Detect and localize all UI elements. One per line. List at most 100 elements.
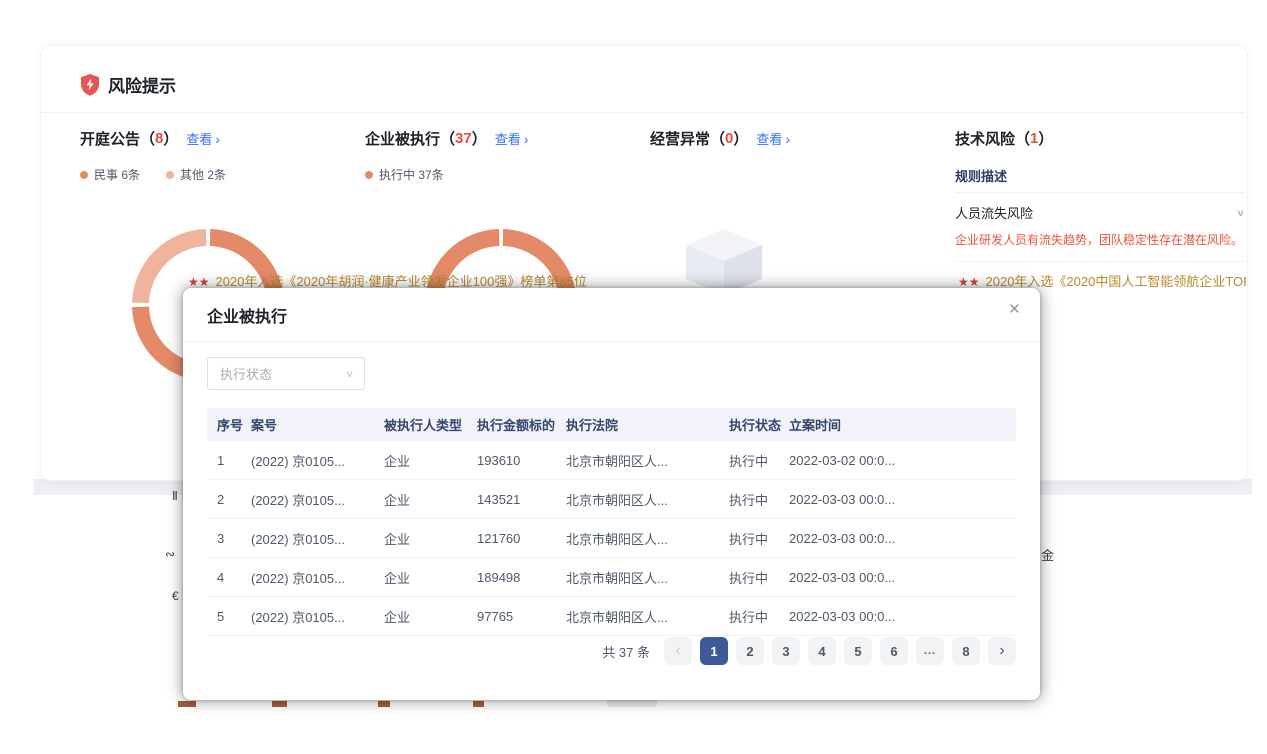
- table-cell: (2022) 京0105...: [251, 607, 384, 626]
- table-cell: (2022) 京0105...: [251, 451, 384, 470]
- next-page-button[interactable]: ›: [988, 637, 1016, 665]
- table-cell: 北京市朝阳区人...: [566, 607, 729, 626]
- table-row: 4(2022) 京0105...企业189498北京市朝阳区人...执行中202…: [207, 558, 1016, 597]
- tech-panel-divider: [955, 192, 1245, 193]
- page-button-8[interactable]: 8: [952, 637, 980, 665]
- enterprise-execution-modal: 企业被执行 × 执行状态 ∨ 序号案号被执行人类型执行金额标的执行法院执行状态立…: [183, 288, 1040, 700]
- table-body: 1(2022) 京0105...企业193610北京市朝阳区人...执行中202…: [207, 441, 1016, 636]
- clipped-bar-fragment: [272, 701, 287, 707]
- clipped-bar-fragment: [473, 701, 484, 707]
- section-enterprise-execution: 企业被执行（37） 查看›: [365, 128, 528, 149]
- table-cell: 2022-03-03 00:0...: [789, 531, 929, 546]
- chevron-right-icon: ›: [785, 132, 790, 146]
- table-cell: 执行中: [729, 607, 789, 626]
- page-buttons: ‹ 123456... 8 ›: [664, 637, 1016, 665]
- section-operation-abnormal: 经营异常（0） 查看›: [650, 128, 790, 149]
- clipped-text-fragment: 金: [1041, 545, 1054, 564]
- legend-label: 民事 6条: [94, 166, 140, 183]
- risk-card-header: 风险提示: [80, 72, 176, 97]
- section-title: 开庭公告: [80, 128, 140, 149]
- legend-dot-icon: [166, 171, 174, 179]
- page-button-3[interactable]: 3: [772, 637, 800, 665]
- tech-panel-divider: [955, 261, 1245, 262]
- clipped-text-fragment: ∾: [165, 547, 175, 561]
- page-button-5[interactable]: 5: [844, 637, 872, 665]
- column-header: 案号: [251, 415, 384, 434]
- table-cell: 5: [217, 609, 251, 624]
- page-ellipsis[interactable]: ...: [916, 637, 944, 665]
- prev-page-button[interactable]: ‹: [664, 637, 692, 665]
- legend-item: 民事 6条: [80, 166, 140, 183]
- table-cell: 北京市朝阳区人...: [566, 568, 729, 587]
- table-cell: 143521: [477, 492, 566, 507]
- table-cell: 193610: [477, 453, 566, 468]
- table-cell: 3: [217, 531, 251, 546]
- risk-item-row[interactable]: 人员流失风险 ∨: [955, 203, 1245, 222]
- table-row: 1(2022) 京0105...企业193610北京市朝阳区人...执行中202…: [207, 441, 1016, 480]
- table-cell: 2022-03-02 00:0...: [789, 453, 929, 468]
- page-button-1[interactable]: 1: [700, 637, 728, 665]
- table-row: 2(2022) 京0105...企业143521北京市朝阳区人...执行中202…: [207, 480, 1016, 519]
- section-count: 37: [455, 130, 472, 147]
- section-title: 企业被执行: [365, 128, 440, 149]
- risk-description-text: 企业研发人员有流失趋势，团队稳定性存在潜在风险。: [955, 231, 1247, 248]
- table-cell: 2022-03-03 00:0...: [789, 570, 929, 585]
- table-cell: 2: [217, 492, 251, 507]
- card-title: 风险提示: [108, 72, 176, 97]
- section-title: 技术风险: [955, 128, 1015, 149]
- chevron-right-icon: ›: [215, 132, 220, 146]
- table-cell: 北京市朝阳区人...: [566, 451, 729, 470]
- section-tech-risk: 技术风险（1）: [955, 128, 1053, 149]
- page-button-6[interactable]: 6: [880, 637, 908, 665]
- star-icons: ★★: [188, 275, 210, 289]
- risk-item-label: 人员流失风险: [955, 203, 1033, 222]
- shield-alert-icon: [80, 74, 100, 96]
- execution-status-select[interactable]: 执行状态 ∨: [207, 357, 365, 390]
- legend-label: 其他 2条: [180, 166, 226, 183]
- section-title: 经营异常: [650, 128, 710, 149]
- section-count: 1: [1030, 130, 1038, 147]
- table-cell: (2022) 京0105...: [251, 490, 384, 509]
- table-cell: 北京市朝阳区人...: [566, 529, 729, 548]
- section-court-announcement: 开庭公告（8） 查看›: [80, 128, 220, 149]
- table-cell: 2022-03-03 00:0...: [789, 492, 929, 507]
- page-button-4[interactable]: 4: [808, 637, 836, 665]
- select-placeholder: 执行状态: [220, 364, 272, 383]
- table-cell: 企业: [384, 490, 477, 509]
- table-cell: (2022) 京0105...: [251, 529, 384, 548]
- table-cell: 企业: [384, 607, 477, 626]
- page-button-2[interactable]: 2: [736, 637, 764, 665]
- legend-dot-icon: [80, 171, 88, 179]
- table-row: 3(2022) 京0105...企业121760北京市朝阳区人...执行中202…: [207, 519, 1016, 558]
- view-link[interactable]: 查看›: [756, 129, 790, 148]
- table-cell: 企业: [384, 529, 477, 548]
- honor-item: ★★2020年入选《2020中国人工智能领航企业TOP50》: [958, 274, 1246, 289]
- chevron-down-icon: ∨: [345, 368, 354, 379]
- view-link[interactable]: 查看›: [495, 129, 529, 148]
- enterprise-execution-legend: 执行中 37条: [365, 166, 444, 183]
- table-row: 5(2022) 京0105...企业97765北京市朝阳区人...执行中2022…: [207, 597, 1016, 636]
- close-icon[interactable]: ×: [1009, 300, 1020, 319]
- table-cell: 1: [217, 453, 251, 468]
- chevron-down-icon[interactable]: ∨: [1236, 207, 1245, 218]
- table-cell: 执行中: [729, 490, 789, 509]
- table-cell: 121760: [477, 531, 566, 546]
- column-header: 立案时间: [789, 415, 929, 434]
- table-cell: 189498: [477, 570, 566, 585]
- rule-description-label: 规则描述: [955, 166, 1007, 185]
- pagination: 共 37 条 ‹ 123456... 8 ›: [602, 637, 1016, 665]
- clipped-text-fragment: €: [172, 589, 179, 603]
- modal-header-divider: [183, 341, 1040, 342]
- legend-item: 其他 2条: [166, 166, 226, 183]
- view-link[interactable]: 查看›: [186, 129, 220, 148]
- chevron-right-icon: ›: [524, 132, 529, 146]
- execution-table: 序号案号被执行人类型执行金额标的执行法院执行状态立案时间 1(2022) 京01…: [207, 408, 1016, 636]
- star-icons: ★★: [958, 275, 980, 289]
- pagination-total: 共 37 条: [602, 642, 650, 661]
- table-header-row: 序号案号被执行人类型执行金额标的执行法院执行状态立案时间: [207, 408, 1016, 441]
- column-header: 执行金额标的: [477, 415, 566, 434]
- table-cell: (2022) 京0105...: [251, 568, 384, 587]
- honors-strip: ★★2020年入选《2020年胡润·健康产业领发企业100强》榜单第85位 ★★…: [40, 274, 1246, 289]
- table-cell: 北京市朝阳区人...: [566, 490, 729, 509]
- honor-item: ★★2020年入选《2020年胡润·健康产业领发企业100强》榜单第85位: [188, 274, 587, 289]
